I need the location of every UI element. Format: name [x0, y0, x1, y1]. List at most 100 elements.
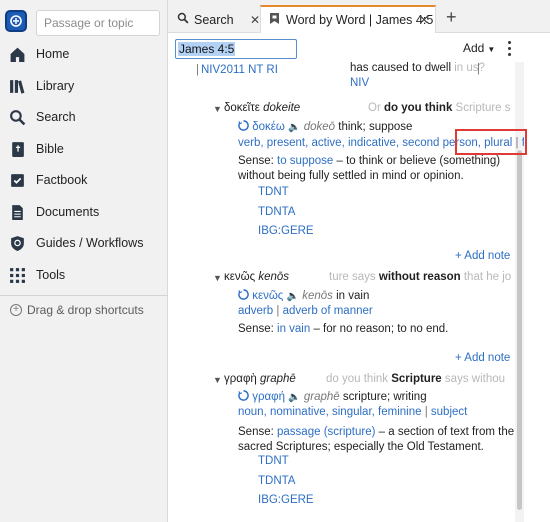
logos-logo-icon[interactable]	[5, 10, 27, 32]
context-pre: ture says	[329, 271, 376, 283]
close-icon[interactable]: ✕	[250, 13, 260, 27]
morph-adverb[interactable]: adverb	[238, 305, 273, 317]
sense-row: Sense: to suppose – to think or believe …	[238, 155, 500, 167]
context-post: Scripture s	[455, 102, 511, 114]
lemma-row: γραφή 🔈 graphē scripture; writing	[238, 390, 427, 403]
highlight-annotation-box	[455, 129, 527, 155]
verse-text: has caused to dwell in us?	[350, 62, 485, 74]
reference-text: James 4:5	[178, 42, 236, 56]
sidebar-item-library[interactable]: Library	[0, 72, 168, 100]
ref-link-ibg-gere[interactable]: IBG:GERE	[258, 225, 314, 237]
bible-icon	[8, 140, 26, 158]
close-icon[interactable]: ✕	[419, 13, 429, 27]
sidebar-item-label: Library	[36, 79, 75, 93]
version-link[interactable]: NIV2011 NT RI	[201, 64, 278, 76]
documents-icon	[8, 203, 26, 221]
add-label: Add	[463, 41, 485, 55]
context-bold: do you think	[383, 102, 453, 114]
sidebar-item-documents[interactable]: Documents	[0, 198, 168, 226]
collapse-caret-icon[interactable]: ▼	[213, 104, 222, 114]
morph-nominative[interactable]: nominative	[270, 406, 326, 418]
factbook-icon	[8, 171, 26, 189]
more-options-icon[interactable]	[506, 40, 512, 56]
niv-link[interactable]: NIV	[350, 77, 369, 89]
lemma-transliteration: graphē	[303, 391, 340, 403]
sidebar-item-factbook[interactable]: Factbook	[0, 166, 168, 194]
separator: |	[196, 64, 199, 76]
lemma-row: κενῶς 🔈 kenōs in vain	[238, 289, 369, 302]
gloss: scripture; writing	[342, 391, 427, 403]
lemma-link[interactable]: γραφή	[252, 391, 285, 403]
sense-link[interactable]: passage (scripture)	[277, 426, 375, 438]
transliteration: dokeite	[263, 102, 301, 114]
tab-search[interactable]: Search ✕	[174, 6, 260, 33]
context-pre: Or	[368, 102, 381, 114]
sense-label: Sense:	[238, 323, 274, 335]
ref-link-ibg-gere[interactable]: IBG:GERE	[258, 494, 314, 506]
drag-drop-shortcuts[interactable]: + Drag & drop shortcuts	[10, 303, 144, 317]
sidebar-item-tools[interactable]: Tools	[0, 261, 168, 289]
caret-down-icon: ▼	[487, 45, 496, 54]
sense-text-cont: sacred Scriptures; especially the Old Te…	[238, 441, 484, 453]
sense-text: – for no reason; to no end.	[313, 323, 449, 335]
context-pre: do you think	[326, 373, 389, 385]
speaker-icon[interactable]: 🔈	[287, 291, 299, 302]
ref-link-tdnta[interactable]: TDNTA	[258, 475, 295, 487]
sense-row: Sense: passage (scripture) – a section o…	[238, 426, 514, 438]
sidebar-item-search[interactable]: Search	[0, 103, 168, 131]
word-by-word-icon	[269, 12, 280, 28]
ref-link-tdnta[interactable]: TDNTA	[258, 206, 295, 218]
sidebar-item-bible[interactable]: Bible	[0, 135, 168, 163]
morph-subject[interactable]: subject	[431, 406, 467, 418]
sense-link[interactable]: to suppose	[277, 155, 333, 167]
morph-verb[interactable]: verb	[238, 137, 260, 149]
gloss: in vain	[336, 290, 370, 302]
lemma-transliteration: dokeō	[303, 121, 336, 133]
lemma-circle-icon[interactable]	[238, 289, 249, 300]
passage-search-input[interactable]	[36, 10, 160, 36]
speaker-icon[interactable]: 🔈	[288, 392, 300, 403]
sidebar-item-home[interactable]: Home	[0, 40, 168, 68]
tab-label: Word by Word | James 4:5	[286, 13, 434, 27]
sidebar-item-label: Tools	[36, 268, 66, 282]
sense-text: – a section of text from the	[378, 426, 515, 438]
lemma-circle-icon[interactable]	[238, 120, 249, 131]
greek-word: κενῶς	[224, 271, 256, 283]
context-post: that he jo	[463, 271, 512, 283]
lemma-row: δοκέω 🔈 dokeō think; suppose	[238, 120, 412, 133]
sense-link[interactable]: in vain	[277, 323, 310, 335]
tab-word-by-word[interactable]: Word by Word | James 4:5 ✕	[260, 5, 436, 33]
lemma-link[interactable]: δοκέω	[252, 121, 285, 133]
collapse-caret-icon[interactable]: ▼	[213, 273, 222, 283]
lemma-circle-icon[interactable]	[238, 390, 249, 401]
lemma-transliteration: kenōs	[302, 290, 333, 302]
morph-singular[interactable]: singular	[332, 406, 372, 418]
tools-icon	[8, 266, 26, 284]
speaker-icon[interactable]: 🔈	[288, 122, 300, 133]
lemma-link[interactable]: κενῶς	[252, 290, 283, 302]
sense-row: Sense: in vain – for no reason; to no en…	[238, 323, 448, 335]
sidebar: Home Library Search Bible Factbook Docum…	[0, 0, 168, 522]
collapse-caret-icon[interactable]: ▼	[213, 375, 222, 385]
guides-icon	[8, 234, 26, 252]
new-tab-plus-icon[interactable]: +	[446, 7, 457, 28]
sidebar-item-label: Documents	[36, 205, 100, 219]
morph-present[interactable]: present	[267, 137, 305, 149]
entry-greek: κενῶς kenōs	[224, 271, 289, 283]
separator: |	[477, 63, 480, 75]
ref-link-tdnt[interactable]: TDNT	[258, 455, 289, 467]
sidebar-item-label: Guides / Workflows	[36, 236, 144, 250]
add-note-button[interactable]: + Add note	[455, 250, 510, 262]
morph-active[interactable]: active	[312, 137, 342, 149]
add-menu-button[interactable]: Add ▼	[463, 41, 495, 55]
morph-feminine[interactable]: feminine	[378, 406, 421, 418]
sidebar-item-guides[interactable]: Guides / Workflows	[0, 229, 168, 257]
sense-text: – to think or believe (something)	[336, 155, 501, 167]
sense-label: Sense:	[238, 155, 274, 167]
ref-link-tdnt[interactable]: TDNT	[258, 186, 289, 198]
morph-adverb-of-manner[interactable]: adverb of manner	[283, 305, 373, 317]
morph-noun[interactable]: noun	[238, 406, 264, 418]
morph-indicative[interactable]: indicative	[348, 137, 396, 149]
sidebar-item-label: Home	[36, 47, 70, 61]
add-note-button[interactable]: + Add note	[455, 352, 510, 364]
